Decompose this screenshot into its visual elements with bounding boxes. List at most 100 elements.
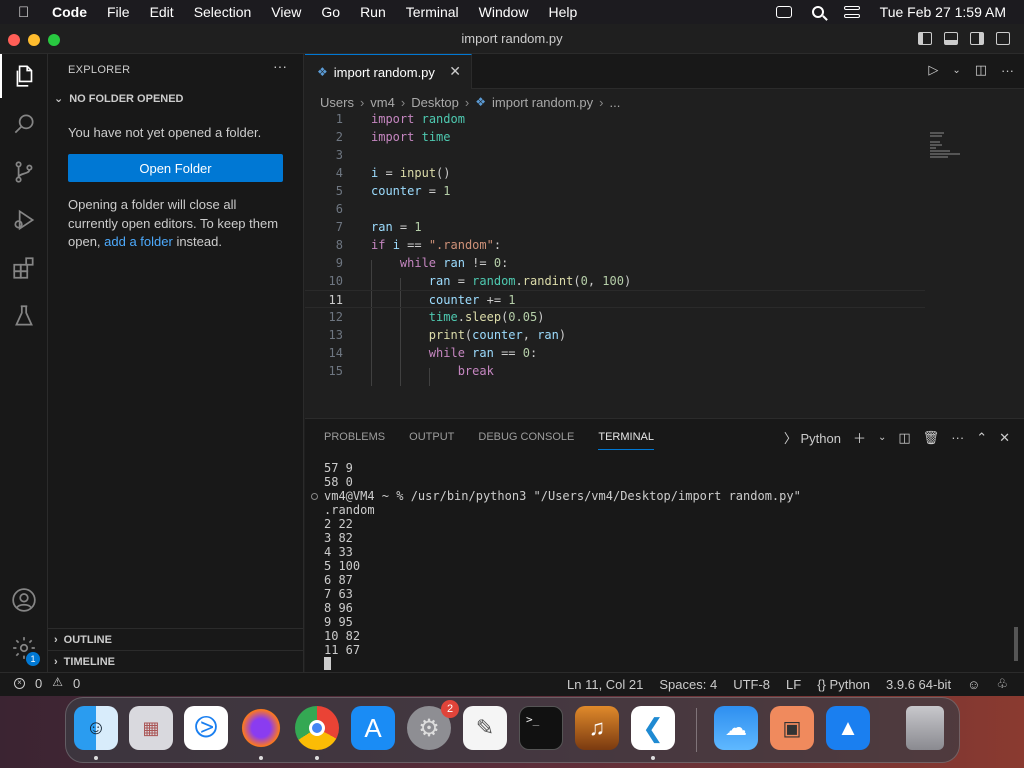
remote-desktop-icon[interactable]: ▣: [770, 706, 814, 750]
app-store-icon[interactable]: A: [351, 706, 395, 750]
source-control-icon[interactable]: [0, 150, 48, 194]
explorer-more-actions-button[interactable]: ···: [273, 58, 287, 74]
timeline-label: TIMELINE: [63, 655, 116, 668]
firefox-icon[interactable]: [239, 706, 283, 750]
vscode-icon[interactable]: ❮: [631, 706, 675, 750]
new-terminal-icon[interactable]: ＋: [853, 428, 866, 447]
apple-menu-icon[interactable]: : [18, 4, 38, 21]
code-line: 14 while ran == 0:: [305, 344, 925, 362]
more-actions-icon[interactable]: ···: [951, 430, 964, 445]
file-encoding[interactable]: UTF-8: [733, 677, 770, 692]
breadcrumb-vm4[interactable]: vm4: [370, 95, 395, 110]
breadcrumb-file[interactable]: import random.py: [492, 95, 593, 110]
menu-app-name[interactable]: Code: [52, 4, 87, 20]
tab-debug-console[interactable]: DEBUG CONSOLE: [478, 431, 574, 450]
indentation-setting[interactable]: Spaces: 4: [659, 677, 717, 692]
spotlight-search-icon[interactable]: [811, 6, 824, 18]
terminal-profile-selector[interactable]: 〉 Python: [784, 428, 841, 447]
code-editor[interactable]: 1 import random 2 import time 3 4 i = input…: [305, 110, 1024, 418]
safari-icon[interactable]: ⧁: [184, 706, 228, 750]
launchpad-icon[interactable]: ▦: [129, 706, 173, 750]
code-text: counter += 1: [428, 293, 516, 307]
menu-file[interactable]: File: [107, 4, 130, 20]
minimap[interactable]: [930, 132, 970, 162]
line-number: 12: [328, 310, 343, 324]
code-text: while ran == 0:: [428, 346, 538, 360]
open-folder-button[interactable]: Open Folder: [68, 154, 283, 182]
maximize-panel-chevron-up-icon[interactable]: ⌃: [976, 430, 987, 446]
finder-icon[interactable]: ☺: [74, 706, 118, 750]
code-line: 2 import time: [305, 128, 925, 146]
keynote-icon[interactable]: ▲: [826, 706, 870, 750]
split-editor-icon[interactable]: ◫: [975, 62, 987, 78]
tab-terminal[interactable]: TERMINAL: [598, 431, 654, 450]
screen-mirroring-icon[interactable]: [775, 6, 792, 18]
menubar-clock[interactable]: Tue Feb 27 1:59 AM: [880, 4, 1006, 20]
terminal-line: 3 82: [324, 531, 353, 545]
code-line: 6: [305, 200, 925, 218]
python-interpreter[interactable]: 3.9.6 64-bit: [886, 677, 951, 692]
code-text: print(counter, ran): [428, 328, 567, 342]
editor-tab-import-random[interactable]: ❖ import random.py ✕: [305, 54, 472, 89]
code-line: 10 ran = random.randint(0, 100): [305, 272, 925, 290]
split-terminal-icon[interactable]: ◫: [898, 430, 910, 446]
menu-help[interactable]: Help: [548, 4, 577, 20]
vscode-window: import random.py 1 EXPLORER ··· ⌄ NO FOL…: [0, 24, 1024, 696]
terminal-output[interactable]: 57 9 58 0 vm4@VM4 ~ % /usr/bin/python3 "/U…: [311, 461, 801, 673]
close-panel-icon[interactable]: ✕: [999, 430, 1010, 446]
chrome-icon[interactable]: [295, 706, 339, 750]
toggle-primary-sidebar-icon[interactable]: [918, 32, 932, 45]
terminal-icon[interactable]: >_: [519, 706, 563, 750]
run-dropdown-chevron-icon[interactable]: ⌄: [952, 65, 960, 76]
timeline-section-header[interactable]: › TIMELINE: [48, 650, 303, 672]
toggle-secondary-sidebar-icon[interactable]: [970, 32, 984, 45]
menu-selection[interactable]: Selection: [194, 4, 252, 20]
add-folder-link[interactable]: add a folder: [104, 234, 173, 249]
menu-window[interactable]: Window: [479, 4, 529, 20]
textedit-icon[interactable]: ✎: [463, 706, 507, 750]
trash-icon[interactable]: [906, 706, 944, 750]
menu-edit[interactable]: Edit: [150, 4, 174, 20]
terminal-line: .random: [324, 503, 375, 517]
menu-run[interactable]: Run: [360, 4, 386, 20]
files-icon[interactable]: [0, 54, 48, 98]
menu-go[interactable]: Go: [321, 4, 340, 20]
line-number: 15: [328, 364, 343, 378]
terminal-line: 2 22: [324, 517, 353, 531]
testing-icon[interactable]: [0, 294, 48, 338]
more-actions-icon[interactable]: ···: [1001, 63, 1014, 78]
menu-view[interactable]: View: [271, 4, 301, 20]
menu-terminal[interactable]: Terminal: [406, 4, 459, 20]
tab-problems[interactable]: PROBLEMS: [324, 431, 385, 450]
weather-icon[interactable]: ☁: [714, 706, 758, 750]
breadcrumb-desktop[interactable]: Desktop: [411, 95, 459, 110]
no-folder-message: You have not yet opened a folder.: [68, 125, 262, 140]
garageband-icon[interactable]: ♫: [575, 706, 619, 750]
customize-layout-icon[interactable]: [996, 32, 1010, 45]
terminal-scrollbar[interactable]: [1014, 627, 1018, 661]
running-indicator: [259, 756, 263, 760]
manage-gear-icon[interactable]: 1: [0, 626, 48, 670]
cursor-position[interactable]: Ln 11, Col 21: [567, 677, 643, 692]
kill-terminal-trash-icon[interactable]: 🗑: [923, 430, 940, 446]
outline-section-header[interactable]: › OUTLINE: [48, 628, 303, 650]
new-terminal-dropdown-icon[interactable]: ⌄: [878, 432, 886, 443]
end-of-line[interactable]: LF: [786, 677, 801, 692]
feedback-icon[interactable]: ☺: [967, 677, 980, 692]
run-debug-icon[interactable]: [0, 198, 48, 242]
extensions-icon[interactable]: [0, 246, 48, 290]
run-python-file-icon[interactable]: ▷: [928, 62, 938, 78]
toggle-panel-icon[interactable]: [944, 32, 958, 45]
control-center-icon[interactable]: [843, 6, 860, 18]
close-tab-icon[interactable]: ✕: [449, 63, 461, 80]
language-mode[interactable]: {} Python: [817, 677, 870, 692]
command-decoration-icon[interactable]: [311, 493, 318, 500]
no-folder-section-header[interactable]: ⌄ NO FOLDER OPENED: [54, 92, 184, 106]
breadcrumb-symbols[interactable]: ...: [610, 95, 621, 110]
notifications-bell-icon[interactable]: ♧: [996, 676, 1008, 692]
problems-status[interactable]: × 0 ⚠ 0: [14, 676, 80, 691]
account-icon[interactable]: [0, 578, 48, 622]
search-icon[interactable]: [0, 102, 48, 146]
breadcrumb-users[interactable]: Users: [320, 95, 354, 110]
tab-output[interactable]: OUTPUT: [409, 431, 454, 450]
